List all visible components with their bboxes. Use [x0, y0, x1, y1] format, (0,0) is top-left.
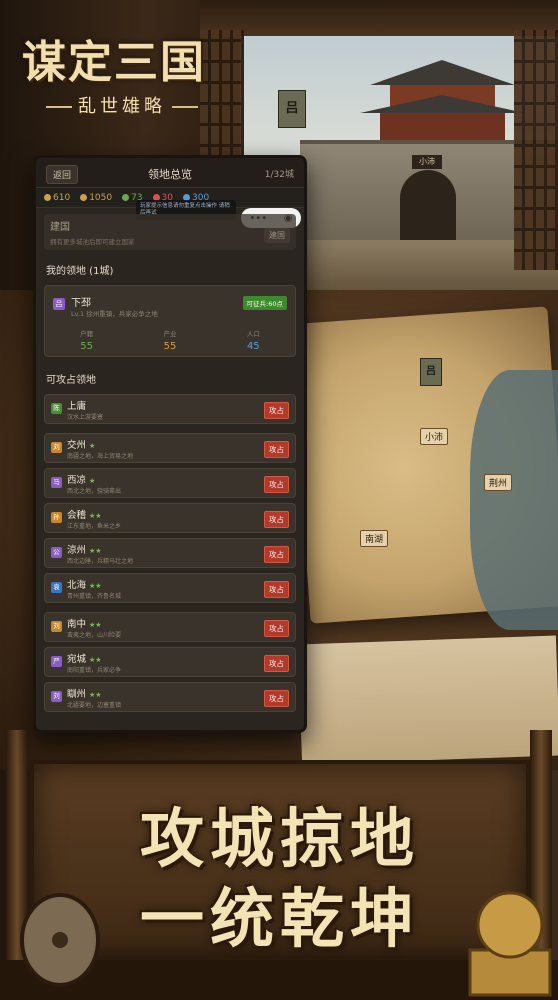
- target-desc: 北疆要地，边塞重镇: [67, 702, 122, 709]
- slogan-line-2: 一统乾坤: [140, 882, 420, 957]
- logo-title: 谋定三国: [22, 37, 206, 88]
- own-city-card[interactable]: 吕 下邳 Lv.1 徐州重镇，兵家必争之地 可征兵:60点 户籍 55 产业 5…: [44, 285, 296, 357]
- build-title: 建国: [50, 222, 70, 233]
- stat-industry: 产业 55: [163, 330, 177, 352]
- attack-button[interactable]: 攻占: [264, 476, 289, 493]
- window-lattice-right: [514, 30, 558, 270]
- panel-header: 返回 领地总览 1/32城: [36, 158, 304, 188]
- soldier-icon: [122, 194, 130, 201]
- list-item[interactable]: 刘 交州 ★ 南疆之地，海上贸易之地 攻占: [44, 433, 296, 463]
- city-name: 下邳: [71, 298, 91, 309]
- target-name: 上庸: [67, 401, 87, 412]
- slogan-line-1: 攻城掠地: [140, 802, 420, 877]
- list-item[interactable]: 公 涼州 ★★ 西北边陲，兵精马壮之地 攻占: [44, 538, 296, 568]
- attack-button[interactable]: 攻占: [264, 581, 289, 598]
- target-name: 瞓州: [67, 689, 87, 700]
- target-name: 会稽: [67, 510, 87, 521]
- map-label-xiaopei: 小沛: [420, 428, 449, 445]
- star-rating: ★: [89, 442, 96, 450]
- star-rating: ★★: [89, 656, 102, 664]
- lord-badge: 刘: [51, 621, 62, 632]
- target-name: 北海: [67, 580, 87, 591]
- city-desc: Lv.1 徐州重镇，兵家必争之地: [71, 310, 158, 318]
- list-item[interactable]: 刘 瞓州 ★★ 北疆要地，边塞重镇 攻占: [44, 682, 296, 712]
- stat-population: 人口 45: [246, 330, 260, 352]
- list-item[interactable]: 刘 南中 ★★ 蛮夷之地，山川险要 攻占: [44, 612, 296, 642]
- build-nation-button[interactable]: 建国: [264, 228, 290, 243]
- target-desc: 汉水上游要塞: [67, 414, 104, 421]
- attack-button[interactable]: 攻占: [264, 655, 289, 672]
- build-desc: 拥有更多城池后即可建立国家: [50, 238, 135, 246]
- banner-flag: 吕: [278, 90, 306, 128]
- build-nation-card: 建国 拥有更多城池后即可建立国家 建国: [44, 214, 296, 250]
- lord-badge: 刘: [51, 442, 62, 453]
- star-rating: ★★: [89, 621, 102, 629]
- stat-household: 户籍 55: [80, 330, 94, 352]
- scroll-paper: [297, 635, 558, 765]
- lord-badge: 公: [51, 547, 62, 558]
- resource-food: 1050: [80, 193, 112, 203]
- map-flag: 吕: [420, 358, 442, 386]
- lord-badge: 孙: [51, 512, 62, 523]
- territory-panel: 返回 领地总览 1/32城 610 1050 73 30 300 玩家提示信息请…: [33, 155, 307, 733]
- food-icon: [80, 194, 88, 201]
- pagoda-illustration: [360, 60, 525, 140]
- target-desc: 江东重地，鱼米之乡: [67, 523, 122, 530]
- own-section-title: 我的领地 (1城): [46, 266, 114, 277]
- map-label-nanhu: 南湖: [360, 530, 389, 547]
- list-item[interactable]: 孙 会稽 ★★ 江东重地，鱼米之乡 攻占: [44, 503, 296, 533]
- lord-badge: 袁: [51, 582, 62, 593]
- star-rating: ★★: [89, 512, 102, 520]
- target-desc: 南阳重镇，兵家必争: [67, 667, 122, 674]
- city-stats: 户籍 55 产业 55 人口 45: [45, 328, 295, 352]
- city-count: 1/32城: [264, 170, 294, 180]
- target-name: 交州: [67, 440, 87, 451]
- attack-button[interactable]: 攻占: [264, 546, 289, 563]
- list-item[interactable]: 马 西凉 ★ 西北之地，骁骑辈出 攻占: [44, 468, 296, 498]
- star-rating: ★: [89, 477, 96, 485]
- list-item[interactable]: 陈 上庸 汉水上游要塞 攻占: [44, 394, 296, 424]
- lord-badge: 吕: [53, 298, 65, 310]
- attack-button[interactable]: 攻占: [264, 441, 289, 458]
- logo-subtitle: 乱世雄略: [22, 92, 222, 118]
- gate-plaque: 小沛: [412, 155, 442, 169]
- list-item[interactable]: 严 宛城 ★★ 南阳重镇，兵家必争 攻占: [44, 647, 296, 677]
- target-list: 陈 上庸 汉水上游要塞 攻占 刘 交州 ★ 南疆之地，海上贸易之地 攻占 马 西凉…: [44, 394, 296, 712]
- star-rating: ★★: [89, 582, 102, 590]
- lord-badge: 刘: [51, 691, 62, 702]
- target-name: 涼州: [67, 545, 87, 556]
- attack-section-title: 可攻占领地: [46, 375, 96, 386]
- target-name: 西凉: [67, 475, 87, 486]
- city-gate: [400, 170, 456, 240]
- map-sea: [470, 370, 558, 630]
- lord-badge: 陈: [51, 403, 62, 414]
- target-desc: 南疆之地，海上贸易之地: [67, 453, 134, 460]
- star-rating: ★★: [89, 547, 102, 555]
- star-rating: ★★: [89, 691, 102, 699]
- game-logo: 谋定三国 乱世雄略: [22, 26, 222, 118]
- attack-button[interactable]: 攻占: [264, 690, 289, 707]
- attack-button[interactable]: 攻占: [264, 402, 289, 419]
- target-desc: 蛮夷之地，山川险要: [67, 632, 122, 639]
- coin-icon: [44, 194, 51, 201]
- resource-coin: 610: [44, 193, 70, 203]
- target-name: 宛城: [67, 654, 87, 665]
- target-desc: 青州重镇，齐鲁名城: [67, 593, 122, 600]
- target-name: 南中: [67, 619, 87, 630]
- target-desc: 西北之地，骁骑辈出: [67, 488, 122, 495]
- list-item[interactable]: 袁 北海 ★★ 青州重镇，齐鲁名城 攻占: [44, 573, 296, 603]
- attack-button[interactable]: 攻占: [264, 511, 289, 528]
- attack-button[interactable]: 攻占: [264, 620, 289, 637]
- lord-badge: 马: [51, 477, 62, 488]
- target-desc: 西北边陲，兵精马壮之地: [67, 558, 134, 565]
- map-label-jingzhou: 荆州: [484, 474, 513, 491]
- window-frame: [200, 0, 558, 36]
- lord-badge: 严: [51, 656, 62, 667]
- recruit-tag: 可征兵:60点: [242, 296, 287, 310]
